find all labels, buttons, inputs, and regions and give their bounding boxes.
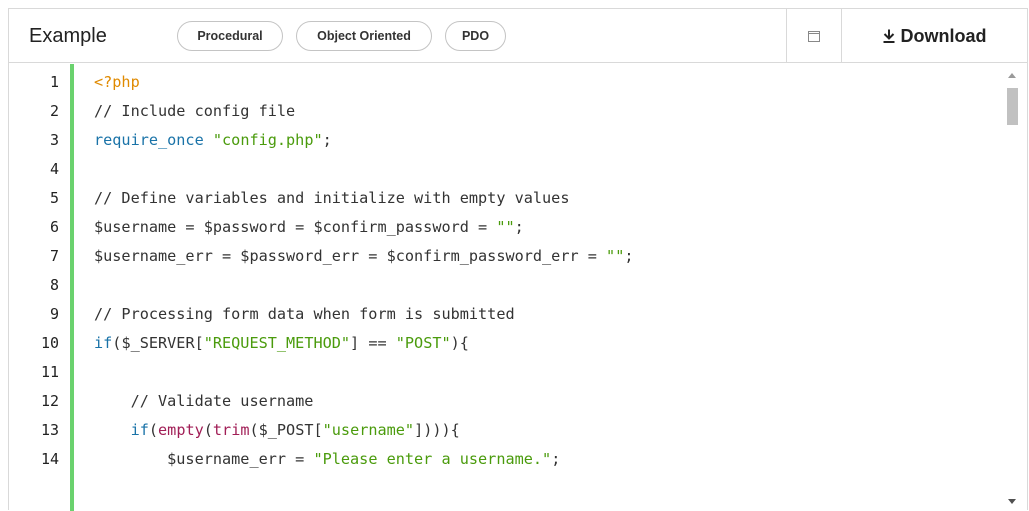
window-restore-icon: [808, 30, 820, 42]
code-line: $username_err = $password_err = $confirm…: [94, 247, 634, 265]
code-editor[interactable]: 1 2 3 4 5 6 7 8 9 10 11 12 13 14 <?php //…: [9, 64, 1027, 511]
scroll-up-button[interactable]: [1004, 68, 1020, 82]
line-number: 12: [40, 392, 59, 410]
line-number: 10: [40, 334, 59, 352]
line-number: 6: [49, 218, 59, 236]
open-in-window-button[interactable]: [787, 9, 841, 63]
line-number-gutter: 1 2 3 4 5 6 7 8 9 10 11 12 13 14: [9, 64, 67, 511]
line-number: 14: [40, 450, 59, 468]
code-line: $username_err = "Please enter a username…: [94, 450, 561, 468]
download-label: Download: [900, 26, 987, 46]
code-line: // Include config file: [94, 102, 296, 120]
code-line: // Validate username: [94, 392, 314, 410]
line-number: 9: [49, 305, 59, 323]
code-line: // Define variables and initialize with …: [94, 189, 570, 207]
code-line: // Processing form data when form is sub…: [94, 305, 515, 323]
active-code-accent-bar: [70, 64, 74, 511]
tab-procedural[interactable]: Procedural: [177, 21, 283, 51]
line-number: 11: [40, 363, 59, 381]
scroll-up-arrow-icon: [1008, 72, 1016, 78]
line-number: 13: [40, 421, 59, 439]
download-icon: [883, 29, 894, 43]
line-number: 5: [49, 189, 59, 207]
tab-object-oriented[interactable]: Object Oriented: [296, 21, 432, 51]
vertical-scrollbar[interactable]: [1004, 64, 1020, 511]
line-number: 7: [49, 247, 59, 265]
line-number: 2: [49, 102, 59, 120]
line-number: 3: [49, 131, 59, 149]
example-toolbar: Example Procedural Object Oriented PDO D…: [9, 9, 1027, 63]
panel-title: Example: [29, 25, 107, 47]
tab-pdo[interactable]: PDO: [445, 21, 506, 51]
code-line: require_once "config.php";: [94, 131, 332, 149]
line-number: 4: [49, 160, 59, 178]
download-button[interactable]: Download: [842, 9, 1027, 63]
line-number: 8: [49, 276, 59, 294]
code-line: if(empty(trim($_POST["username"]))){: [130, 421, 460, 439]
code-example-panel: Example Procedural Object Oriented PDO D…: [8, 8, 1028, 511]
scroll-down-button[interactable]: [1004, 494, 1020, 508]
code-line: $username = $password = $confirm_passwor…: [94, 218, 524, 236]
scroll-thumb[interactable]: [1007, 88, 1018, 125]
line-number: 1: [49, 73, 59, 91]
code-line: <?php: [94, 73, 140, 91]
code-line: if($_SERVER["REQUEST_METHOD"] == "POST")…: [94, 334, 469, 352]
scroll-down-arrow-icon: [1008, 498, 1016, 504]
